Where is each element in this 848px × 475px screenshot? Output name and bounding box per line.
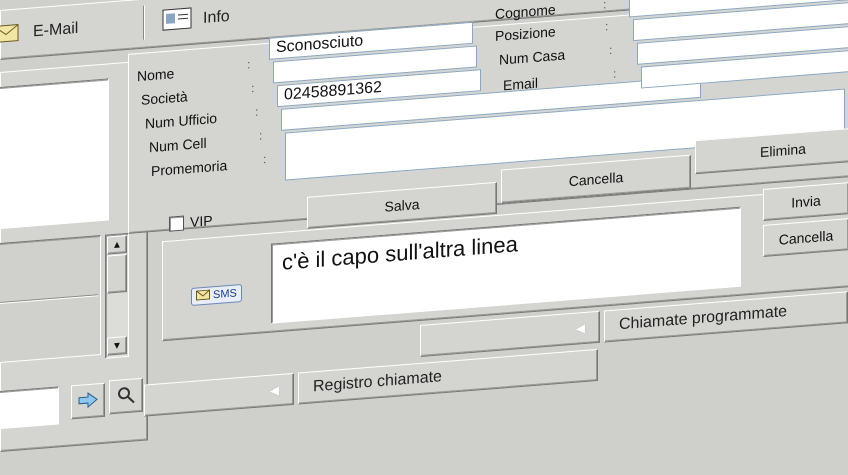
magnifier-icon (117, 385, 135, 407)
colon: : (613, 66, 617, 81)
promemoria-label: Promemoria (151, 157, 228, 180)
list-divider (0, 294, 98, 305)
search-input[interactable] (0, 386, 59, 430)
colon: : (259, 128, 263, 143)
list-scrollbar[interactable]: ▲ ▼ (105, 232, 129, 359)
colon: : (603, 0, 607, 12)
colon: : (251, 80, 255, 96)
cognome-label: Cognome (495, 1, 556, 23)
sms-cancel-button[interactable]: Cancella (763, 218, 848, 257)
email-field-label: Email (503, 74, 539, 94)
search-button[interactable] (109, 377, 143, 415)
tab-prev[interactable]: ◀ (144, 372, 294, 417)
go-button[interactable] (71, 382, 105, 420)
tab-programmate-label: Chiamate programmate (619, 303, 788, 334)
tab-registro-label: Registro chiamate (313, 368, 442, 396)
arrow-right-icon (78, 391, 98, 412)
scroll-up-button[interactable]: ▲ (107, 235, 127, 255)
preview-box (0, 78, 109, 230)
left-panel: ▲ ▼ (0, 60, 148, 453)
cancella-button[interactable]: Cancella (501, 154, 691, 204)
num-ufficio-label: Num Ufficio (145, 109, 218, 132)
nome-label: Nome (137, 65, 175, 85)
info-label: Info (203, 7, 230, 28)
envelope-icon (196, 288, 210, 303)
tab-registro-chiamate[interactable]: Registro chiamate (298, 348, 598, 405)
sms-badge: SMS (191, 283, 242, 306)
scroll-down-button[interactable]: ▼ (107, 336, 127, 356)
vip-checkbox-box[interactable] (169, 215, 184, 232)
list-box[interactable] (0, 235, 101, 364)
posizione-label: Posizione (495, 23, 556, 45)
app-window: E-Mail Info ▲ ▼ Nome: Società: Num Uff… (0, 0, 848, 474)
triangle-left-icon: ◀ (575, 320, 585, 336)
num-casa-label: Num Casa (499, 46, 566, 68)
toolbar-separator (143, 5, 145, 40)
triangle-down-icon: ▼ (112, 339, 122, 352)
invia-button[interactable]: Invia (763, 182, 848, 221)
colon: : (263, 152, 267, 167)
societa-label: Società (141, 88, 188, 108)
colon: : (255, 104, 259, 119)
colon: : (609, 42, 613, 58)
colon: : (605, 19, 609, 34)
triangle-left-icon: ◀ (269, 383, 279, 398)
sms-badge-label: SMS (213, 287, 237, 302)
envelope-icon (0, 19, 19, 50)
contact-card-icon (161, 4, 195, 38)
scroll-thumb[interactable] (107, 254, 127, 294)
num-cell-label: Num Cell (149, 134, 207, 156)
vip-label: VIP (190, 212, 213, 231)
email-label: E-Mail (33, 19, 79, 41)
colon: : (247, 57, 251, 72)
triangle-up-icon: ▲ (112, 238, 122, 251)
vip-checkbox[interactable]: VIP (169, 212, 213, 232)
email-toolbar-button[interactable]: E-Mail (0, 6, 115, 56)
info-toolbar-button[interactable]: Info (153, 0, 293, 43)
